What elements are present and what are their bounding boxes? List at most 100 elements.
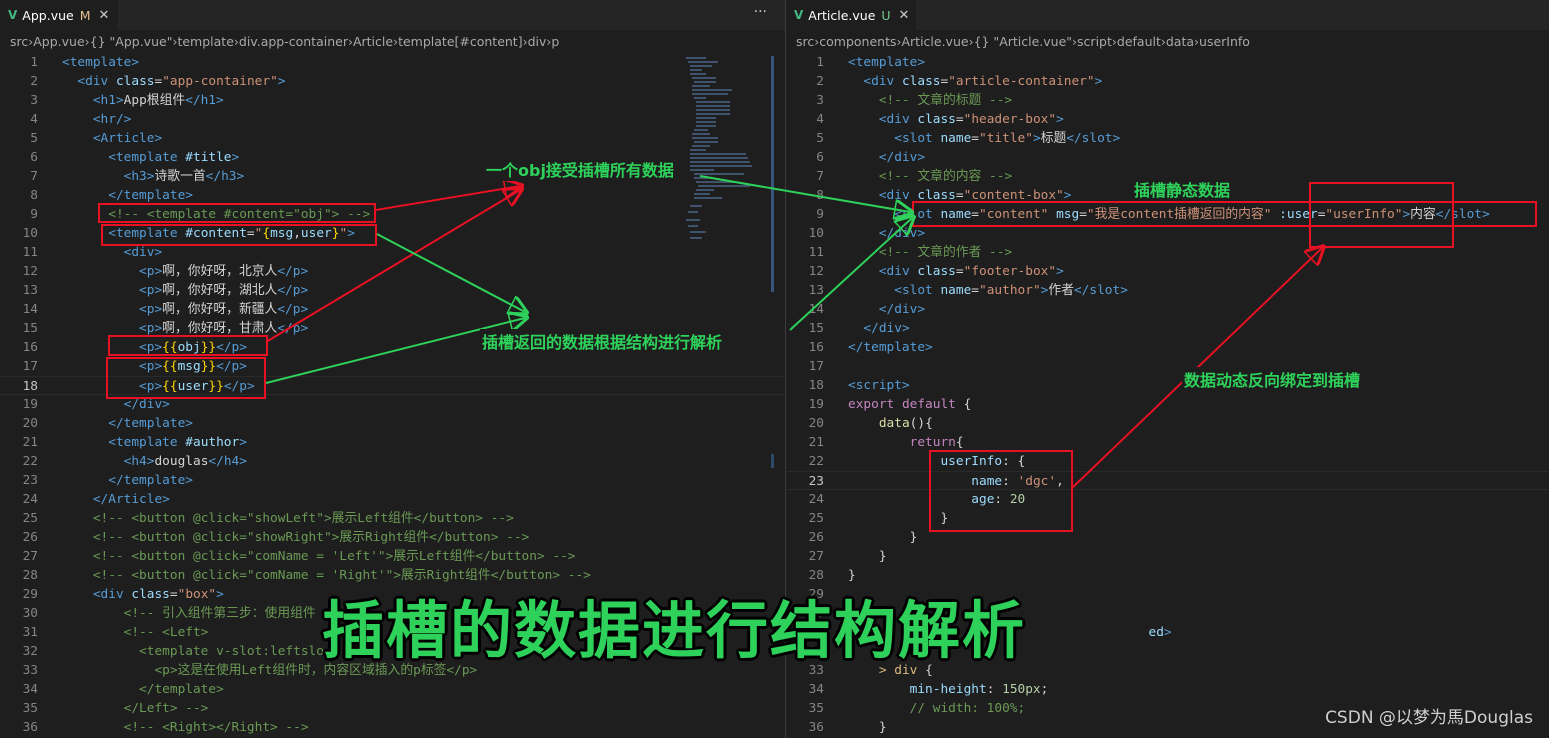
line-code: <div class="box"> [62,585,224,604]
highlight-user-binding [1309,182,1454,248]
line-code: <!-- <Right></Right> --> [62,718,309,737]
code-line[interactable]: 6 </div> [786,148,1549,167]
code-line[interactable]: 23 name: 'dgc', [786,471,1549,490]
code-token: > [1032,131,1041,146]
code-line[interactable]: 20 data(){ [786,414,1549,433]
line-code: <!-- 引入组件第三步：使用组件 [62,604,316,623]
breadcrumb-item[interactable]: template[#content] [398,34,523,49]
code-line[interactable]: 36 <!-- <Right></Right> --> [0,718,785,737]
code-line[interactable]: 25 <!-- <button @click="showLeft">展示Left… [0,509,785,528]
code-line[interactable]: 34 min-height: 150px; [786,680,1549,699]
line-code: <template v-slot:leftslo [62,642,324,661]
code-token: <template v-slot:leftslo [139,644,324,659]
breadcrumb-item[interactable]: p [551,34,559,49]
code-line[interactable]: 22 userInfo: { [786,452,1549,471]
code-line[interactable]: 19 export default { [786,395,1549,414]
breadcrumb-label: p [551,33,560,49]
code-line[interactable]: 13 <slot name="author">作者</slot> [786,281,1549,300]
breadcrumb-item[interactable]: div [528,34,547,49]
breadcrumb-item[interactable]: App.vue [33,34,84,49]
tab-article-vue[interactable]: V Article.vue U ✕ [786,0,916,30]
code-token: class [901,74,941,89]
breadcrumb-item[interactable]: userInfo [1199,34,1250,49]
breadcrumb-item[interactable]: {} "Article.vue" [974,34,1072,49]
breadcrumb-item[interactable]: src [796,34,814,49]
breadcrumb-item[interactable]: {} "App.vue" [90,34,173,49]
code-line[interactable]: 35 </Left> --> [0,699,785,718]
code-line[interactable]: 24 age: 20 [786,490,1549,509]
code-line[interactable]: 5 <Article> [0,129,785,148]
breadcrumb-item[interactable]: div.app-container [239,34,348,49]
modified-badge: M [79,7,91,23]
more-actions-icon[interactable]: ··· [754,4,767,20]
code-line[interactable]: 14 <p>啊，你好呀，新疆人</p> [0,300,785,319]
code-line[interactable]: 3 <!-- 文章的标题 --> [786,91,1549,110]
code-line[interactable]: 24 </Article> [0,490,785,509]
line-number: 29 [22,587,38,602]
code-line[interactable]: 17 [786,357,1549,376]
breadcrumb-item[interactable]: components [819,34,896,49]
code-line[interactable]: 5 <slot name="title">标题</slot> [786,129,1549,148]
code-line[interactable]: 14 </div> [786,300,1549,319]
code-line[interactable]: 16 </template> [786,338,1549,357]
breadcrumb-item[interactable]: data [1166,34,1194,49]
code-line[interactable]: 2 <div class="app-container"> [0,72,785,91]
code-token: 诗歌一首 [154,169,206,184]
code-line[interactable]: 26 <!-- <button @click="showRight">展示Rig… [0,528,785,547]
breadcrumb-item[interactable]: default [1117,34,1161,49]
breadcrumb-item[interactable]: script [1077,34,1112,49]
code-line[interactable]: 1 <template> [786,53,1549,72]
breadcrumb-item[interactable]: src [10,34,28,49]
close-icon[interactable]: ✕ [99,8,110,23]
code-line[interactable]: 21 <template #author> [0,433,785,452]
code-token: = [971,131,980,146]
code-line[interactable]: 3 <h1>App根组件</h1> [0,91,785,110]
code-line[interactable]: 25 } [786,509,1549,528]
code-line[interactable]: 20 </template> [0,414,785,433]
code-line[interactable]: 2 <div class="article-container"> [786,72,1549,91]
line-code: <div class="article-container"> [848,72,1102,91]
code-line[interactable]: 12 <p>啊，你好呀，北京人</p> [0,262,785,281]
code-line[interactable]: 22 <h4>douglas</h4> [0,452,785,471]
code-line[interactable]: 15 </div> [786,319,1549,338]
line-code: <template> [848,53,925,72]
code-token: "footer-box" [963,264,1057,279]
close-icon[interactable]: ✕ [899,8,910,23]
code-line[interactable]: 23 </template> [0,471,785,490]
code-token: <slot [894,283,941,298]
line-number: 11 [22,245,38,260]
right-tab-bar: V Article.vue U ✕ [786,0,1549,30]
code-line[interactable]: 34 </template> [0,680,785,699]
minimap[interactable] [684,55,764,255]
code-token: : [986,682,1003,697]
code-token: </template> [848,340,933,355]
code-line[interactable]: 21 return{ [786,433,1549,452]
line-code: <h3>诗歌一首</h3> [62,167,245,186]
code-token: <script> [848,378,910,393]
code-line[interactable]: 4 <div class="header-box"> [786,110,1549,129]
code-token: return [909,435,956,450]
code-token: } [909,530,918,545]
code-line[interactable]: 12 <div class="footer-box"> [786,262,1549,281]
code-line[interactable]: 27 <!-- <button @click="comName = 'Left'… [0,547,785,566]
scrollbar-thumb[interactable] [771,56,774,292]
breadcrumb-item[interactable]: Article [353,34,393,49]
code-token: = [971,283,980,298]
code-token: <p> [139,283,163,298]
code-line[interactable]: 1 <template> [0,53,785,72]
tab-app-vue[interactable]: V App.vue M ✕ [0,0,118,30]
code-line[interactable]: 13 <p>啊，你好呀，湖北人</p> [0,281,785,300]
code-line[interactable]: 27 } [786,547,1549,566]
code-line[interactable]: 18 <script> [786,376,1549,395]
breadcrumb-item[interactable]: template [177,34,233,49]
code-line[interactable]: 4 <hr/> [0,110,785,129]
code-line[interactable]: 26 } [786,528,1549,547]
breadcrumb-item[interactable]: Article.vue [901,34,968,49]
code-token: "box" [177,587,217,602]
code-token: <div [878,112,918,127]
